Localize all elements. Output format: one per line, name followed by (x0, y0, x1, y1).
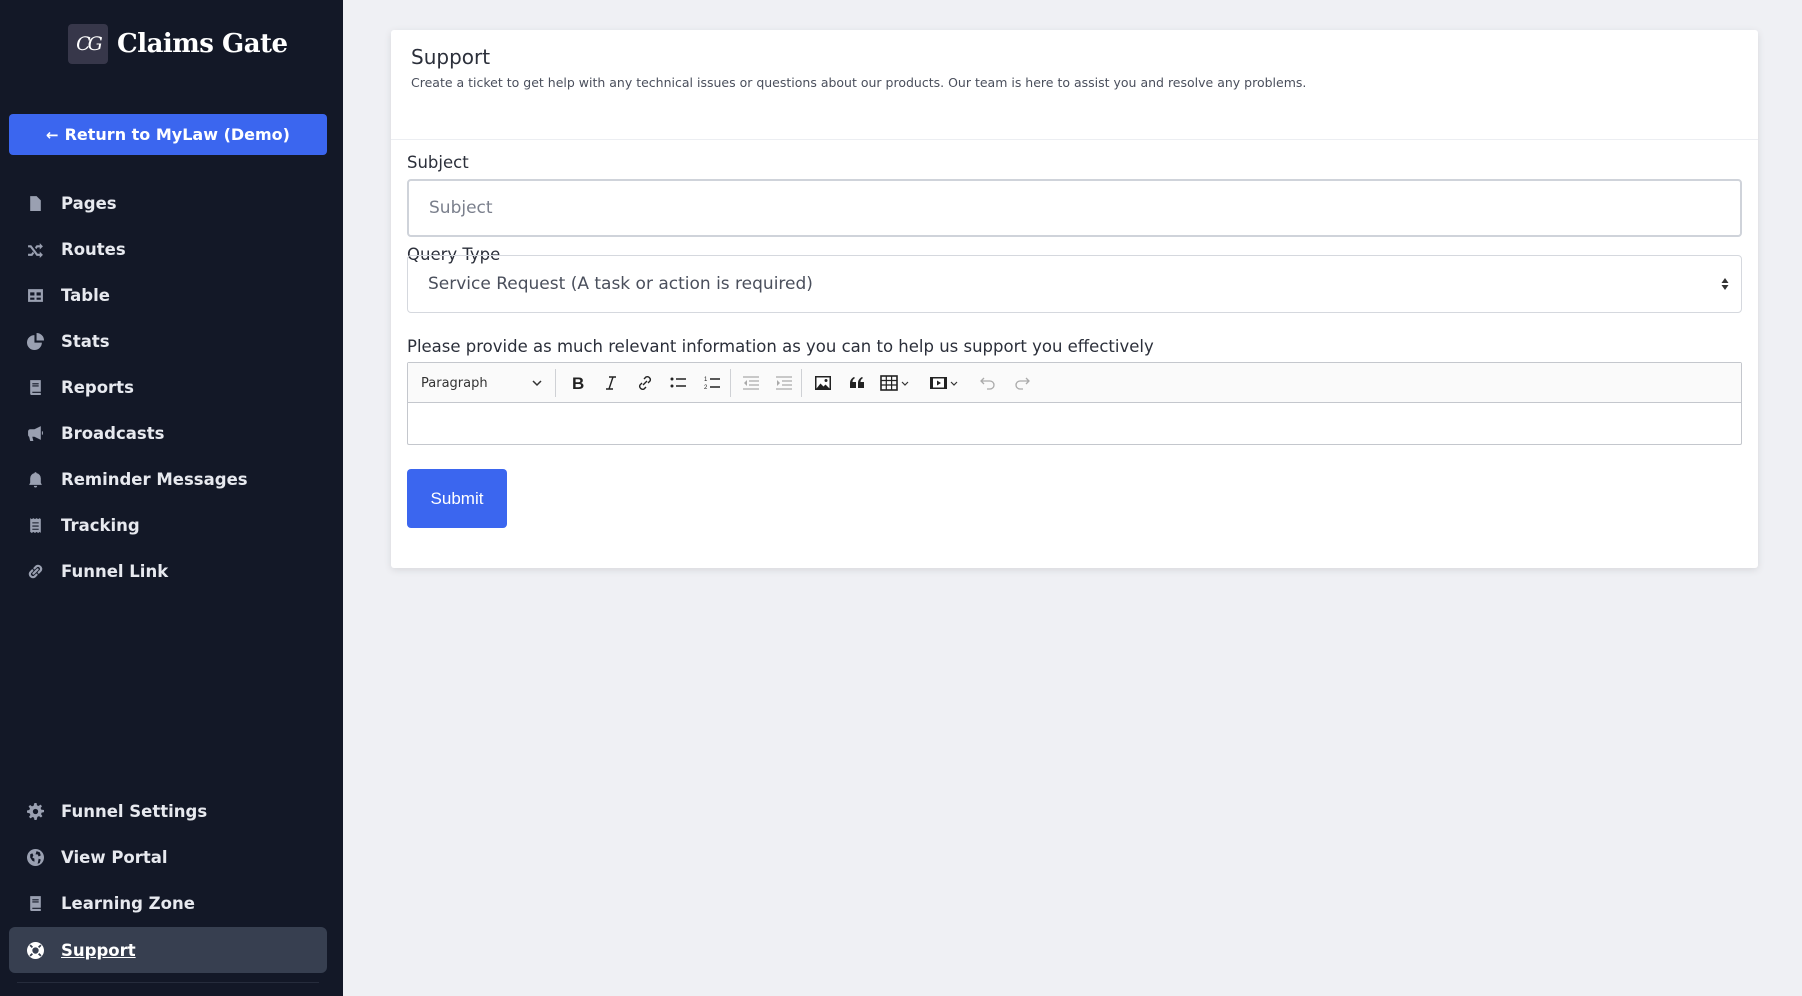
redo-icon (1015, 377, 1030, 390)
indent-button[interactable] (770, 363, 798, 403)
sidebar-item-funnel-link[interactable]: Funnel Link (9, 548, 327, 594)
image-icon (815, 376, 831, 390)
sidebar-item-reminder-messages[interactable]: Reminder Messages (9, 456, 327, 502)
globe-icon (25, 847, 45, 867)
sidebar-item-label: Table (61, 285, 110, 305)
sidebar-item-label: Funnel Link (61, 561, 169, 581)
pie-chart-icon (25, 331, 45, 351)
table-icon (25, 285, 45, 305)
receipt-icon (25, 515, 45, 535)
page-subtitle: Create a ticket to get help with any tec… (411, 75, 1307, 90)
insert-table-button[interactable] (874, 363, 916, 403)
link-icon (25, 561, 45, 581)
sidebar-item-label: View Portal (61, 847, 168, 867)
bold-button[interactable]: B (564, 363, 592, 403)
toolbar-separator (801, 369, 802, 397)
sidebar-item-label: Stats (61, 331, 110, 351)
sidebar-item-label: Reminder Messages (61, 469, 248, 489)
svg-text:2: 2 (704, 385, 708, 391)
sidebar-item-routes[interactable]: Routes (9, 226, 327, 272)
sidebar-item-view-portal[interactable]: View Portal (9, 834, 327, 880)
page-title: Support (411, 45, 491, 69)
sort-icon (1721, 278, 1729, 290)
bulleted-list-icon (670, 377, 686, 388)
sidebar-item-stats[interactable]: Stats (9, 318, 327, 364)
bell-icon (25, 469, 45, 489)
sidebar-item-funnel-settings[interactable]: Funnel Settings (9, 788, 327, 834)
italic-icon (606, 376, 616, 390)
chevron-down-icon (532, 380, 542, 387)
rich-text-editor: Paragraph B 12 (407, 362, 1742, 445)
quote-icon (850, 377, 864, 388)
insert-image-button[interactable] (809, 363, 837, 403)
numbered-list-button[interactable]: 12 (698, 363, 726, 403)
heading-dropdown[interactable]: Paragraph (421, 363, 543, 403)
megaphone-icon (25, 423, 45, 443)
link-icon (639, 376, 651, 390)
sidebar-item-tracking[interactable]: Tracking (9, 502, 327, 548)
sidebar-item-pages[interactable]: Pages (9, 180, 327, 226)
toolbar-separator (730, 369, 731, 397)
shuffle-icon (25, 239, 45, 259)
bold-icon: B (572, 374, 584, 392)
link-button[interactable] (631, 363, 659, 403)
editor-content[interactable] (408, 403, 1741, 445)
undo-button[interactable] (974, 363, 1002, 403)
media-icon (930, 377, 958, 389)
brand[interactable]: CG Claims Gate (68, 24, 288, 64)
submit-button[interactable]: Submit (407, 469, 507, 528)
sidebar: CG Claims Gate ← Return to MyLaw (Demo) … (0, 0, 343, 996)
sidebar-item-broadcasts[interactable]: Broadcasts (9, 410, 327, 456)
card-header: Support Create a ticket to get help with… (391, 30, 1758, 140)
numbered-list-icon: 12 (704, 377, 720, 391)
indent-icon (776, 376, 792, 390)
svg-text:B: B (572, 374, 584, 392)
editor-toolbar: Paragraph B 12 (408, 363, 1741, 403)
sidebar-divider (17, 982, 319, 983)
sidebar-item-label: Tracking (61, 515, 140, 535)
sidebar-item-label: Routes (61, 239, 126, 259)
brand-logo-icon: CG (68, 24, 108, 64)
query-type-select[interactable]: Service Request (A task or action is req… (407, 255, 1742, 313)
arrow-left-icon: ← (46, 125, 59, 144)
sidebar-item-label: Pages (61, 193, 117, 213)
bulleted-list-button[interactable] (664, 363, 692, 403)
book-icon (25, 377, 45, 397)
subject-input[interactable] (407, 179, 1742, 237)
subject-label: Subject (407, 153, 469, 172)
block-quote-button[interactable] (843, 363, 871, 403)
redo-button[interactable] (1008, 363, 1036, 403)
table-icon (880, 375, 909, 391)
outdent-icon (743, 376, 759, 390)
support-card: Support Create a ticket to get help with… (391, 30, 1758, 568)
return-button-label: Return to MyLaw (Demo) (64, 125, 290, 144)
sidebar-item-label: Funnel Settings (61, 801, 208, 821)
sidebar-item-support[interactable]: Support (9, 927, 327, 973)
gear-icon (25, 801, 45, 821)
sidebar-item-label: Learning Zone (61, 893, 195, 913)
heading-dropdown-value: Paragraph (421, 375, 488, 391)
return-to-mylaw-button[interactable]: ← Return to MyLaw (Demo) (9, 114, 327, 155)
sidebar-item-learning-zone[interactable]: Learning Zone (9, 880, 327, 926)
sidebar-item-table[interactable]: Table (9, 272, 327, 318)
outdent-button[interactable] (737, 363, 765, 403)
sidebar-item-reports[interactable]: Reports (9, 364, 327, 410)
brand-name: Claims Gate (117, 29, 288, 59)
file-icon (25, 193, 45, 213)
toolbar-separator (555, 369, 556, 397)
lifebuoy-icon (25, 940, 45, 960)
sidebar-item-label: Broadcasts (61, 423, 165, 443)
sidebar-item-label: Reports (61, 377, 134, 397)
sidebar-item-label: Support (61, 940, 136, 960)
italic-button[interactable] (597, 363, 625, 403)
query-type-value: Service Request (A task or action is req… (428, 274, 813, 294)
undo-icon (980, 377, 995, 390)
book-icon (25, 893, 45, 913)
details-label: Please provide as much relevant informat… (407, 337, 1154, 356)
insert-media-button[interactable] (923, 363, 965, 403)
svg-text:1: 1 (704, 377, 708, 383)
